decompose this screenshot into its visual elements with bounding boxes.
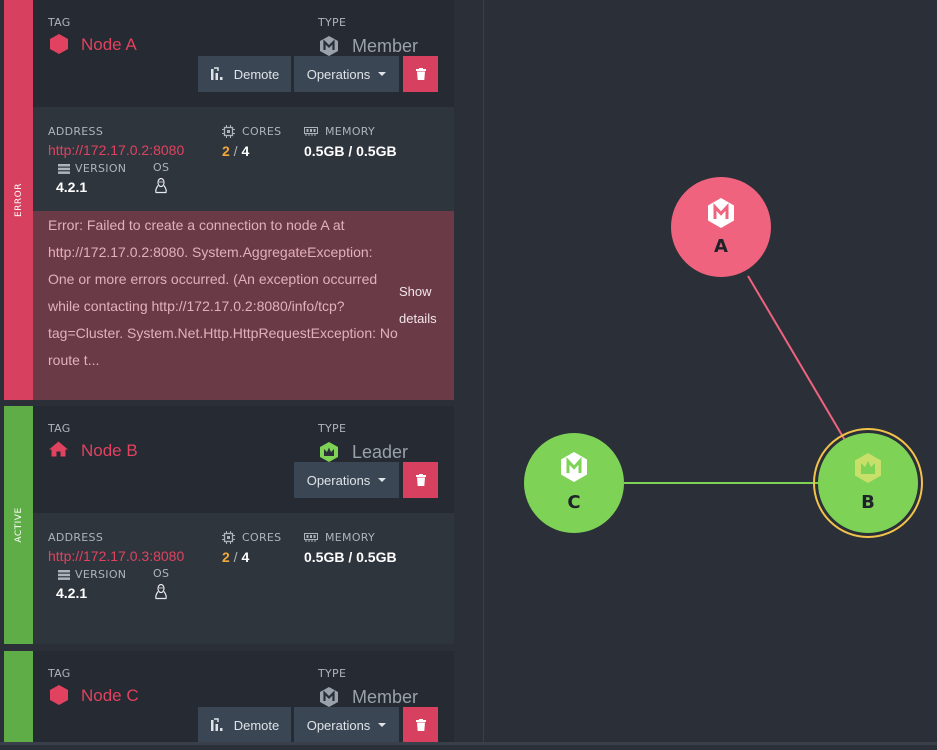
server-icon bbox=[58, 164, 70, 174]
status-label: ACTIVE bbox=[13, 507, 24, 543]
chevron-down-icon bbox=[378, 723, 387, 727]
graph-node-a[interactable]: A bbox=[671, 177, 771, 277]
operations-dropdown[interactable]: Operations bbox=[294, 462, 399, 498]
tag-label: TAG bbox=[48, 667, 71, 680]
os-label: OS bbox=[153, 567, 170, 580]
cores-total: 4 bbox=[241, 143, 250, 159]
cores-value: 2 / 4 bbox=[222, 143, 249, 159]
cores-label: CORES bbox=[242, 125, 282, 138]
chevron-down-icon bbox=[378, 72, 387, 76]
cores-separator: / bbox=[229, 549, 242, 565]
member-m-icon bbox=[320, 687, 338, 707]
hexagon-icon bbox=[50, 34, 68, 54]
memory-value: 0.5GB / 0.5GB bbox=[304, 143, 397, 159]
card-body: ADDRESS http://172.17.0.3:8080 CORES 2 /… bbox=[33, 513, 454, 644]
cores-total: 4 bbox=[241, 549, 250, 565]
node-type-name: Leader bbox=[352, 442, 409, 462]
member-m-icon bbox=[320, 36, 338, 56]
status-bar-error: ERROR bbox=[4, 0, 33, 400]
chevron-down-icon bbox=[378, 478, 387, 482]
trash-icon bbox=[415, 474, 426, 486]
demote-button[interactable]: Demote bbox=[198, 56, 291, 92]
operations-label: Operations bbox=[306, 66, 371, 82]
error-message-box: Error: Failed to create a connection to … bbox=[33, 211, 454, 400]
graph-node-label: C bbox=[567, 492, 580, 513]
graph-node-label: A bbox=[714, 236, 728, 257]
show-details-link[interactable]: Show details bbox=[399, 278, 441, 332]
status-bar-active bbox=[4, 651, 33, 745]
node-type-name: Member bbox=[352, 687, 419, 707]
type-label: TYPE bbox=[318, 422, 347, 435]
version-label: VERSION bbox=[75, 568, 127, 581]
leader-crown-icon bbox=[320, 442, 338, 462]
card-header: TAG Node A TYPE Member Demote Operations bbox=[33, 0, 454, 107]
memory-icon bbox=[304, 533, 318, 542]
tag-label: TAG bbox=[48, 422, 71, 435]
address-label: ADDRESS bbox=[48, 531, 104, 544]
status-bar-active: ACTIVE bbox=[4, 406, 33, 644]
status-label: ERROR bbox=[13, 182, 24, 218]
node-list-panel[interactable]: ERROR TAG Node A TYPE Member Demote Oper… bbox=[0, 0, 484, 745]
edge-a-b bbox=[747, 275, 847, 443]
memory-icon bbox=[304, 127, 318, 136]
cores-used: 2 bbox=[222, 549, 230, 565]
linux-icon bbox=[155, 584, 167, 600]
type-label: TYPE bbox=[318, 667, 347, 680]
graph-node-label: B bbox=[861, 492, 875, 513]
delete-button[interactable] bbox=[403, 56, 438, 92]
version-value: 4.2.1 bbox=[56, 179, 88, 195]
delete-button[interactable] bbox=[403, 462, 438, 498]
demote-icon bbox=[210, 718, 223, 731]
node-card-a: ERROR TAG Node A TYPE Member Demote Oper… bbox=[4, 0, 454, 400]
demote-label: Demote bbox=[233, 717, 280, 733]
memory-label: MEMORY bbox=[325, 125, 376, 138]
cluster-graph[interactable]: A B C bbox=[484, 0, 937, 745]
cpu-icon bbox=[222, 531, 235, 544]
card-header: TAG Node C TYPE Member Demote Operations bbox=[33, 651, 454, 745]
node-tag-name: Node B bbox=[81, 441, 138, 460]
operations-label: Operations bbox=[306, 472, 371, 488]
hexagon-icon bbox=[50, 685, 68, 705]
demote-icon bbox=[210, 67, 223, 80]
os-label: OS bbox=[153, 161, 170, 174]
node-tag-name: Node C bbox=[81, 686, 139, 705]
memory-value: 0.5GB / 0.5GB bbox=[304, 549, 397, 565]
delete-button[interactable] bbox=[403, 707, 438, 743]
node-card-c: TAG Node C TYPE Member Demote Operations bbox=[4, 651, 454, 745]
error-message: Error: Failed to create a connection to … bbox=[48, 217, 398, 368]
cpu-icon bbox=[222, 125, 235, 138]
node-address-link[interactable]: http://172.17.0.2:8080 bbox=[48, 142, 184, 158]
address-label: ADDRESS bbox=[48, 125, 104, 138]
trash-icon bbox=[415, 719, 426, 731]
node-type-name: Member bbox=[352, 36, 419, 56]
server-icon bbox=[58, 570, 70, 580]
cores-separator: / bbox=[229, 143, 242, 159]
cores-used: 2 bbox=[222, 143, 230, 159]
graph-node-b[interactable]: B bbox=[813, 428, 923, 538]
operations-dropdown[interactable]: Operations bbox=[294, 56, 399, 92]
version-value: 4.2.1 bbox=[56, 585, 88, 601]
cores-label: CORES bbox=[242, 531, 282, 544]
linux-icon bbox=[155, 178, 167, 194]
node-address-link[interactable]: http://172.17.0.3:8080 bbox=[48, 548, 184, 564]
card-header: TAG Node B TYPE Leader Operations bbox=[33, 406, 454, 513]
home-icon bbox=[49, 441, 68, 457]
node-card-b: ACTIVE TAG Node B TYPE Leader Operations bbox=[4, 406, 454, 644]
operations-dropdown[interactable]: Operations bbox=[294, 707, 399, 743]
demote-label: Demote bbox=[233, 66, 280, 82]
demote-button[interactable]: Demote bbox=[198, 707, 291, 743]
version-label: VERSION bbox=[75, 162, 127, 175]
operations-label: Operations bbox=[306, 717, 371, 733]
cluster-graph-svg: A B C bbox=[524, 177, 923, 538]
trash-icon bbox=[415, 68, 426, 80]
cores-value: 2 / 4 bbox=[222, 549, 249, 565]
card-body: ADDRESS http://172.17.0.2:8080 CORES 2 /… bbox=[33, 107, 454, 211]
type-label: TYPE bbox=[318, 16, 347, 29]
memory-label: MEMORY bbox=[325, 531, 376, 544]
tag-label: TAG bbox=[48, 16, 71, 29]
node-tag-name: Node A bbox=[81, 35, 137, 54]
graph-node-c[interactable]: C bbox=[524, 433, 624, 533]
